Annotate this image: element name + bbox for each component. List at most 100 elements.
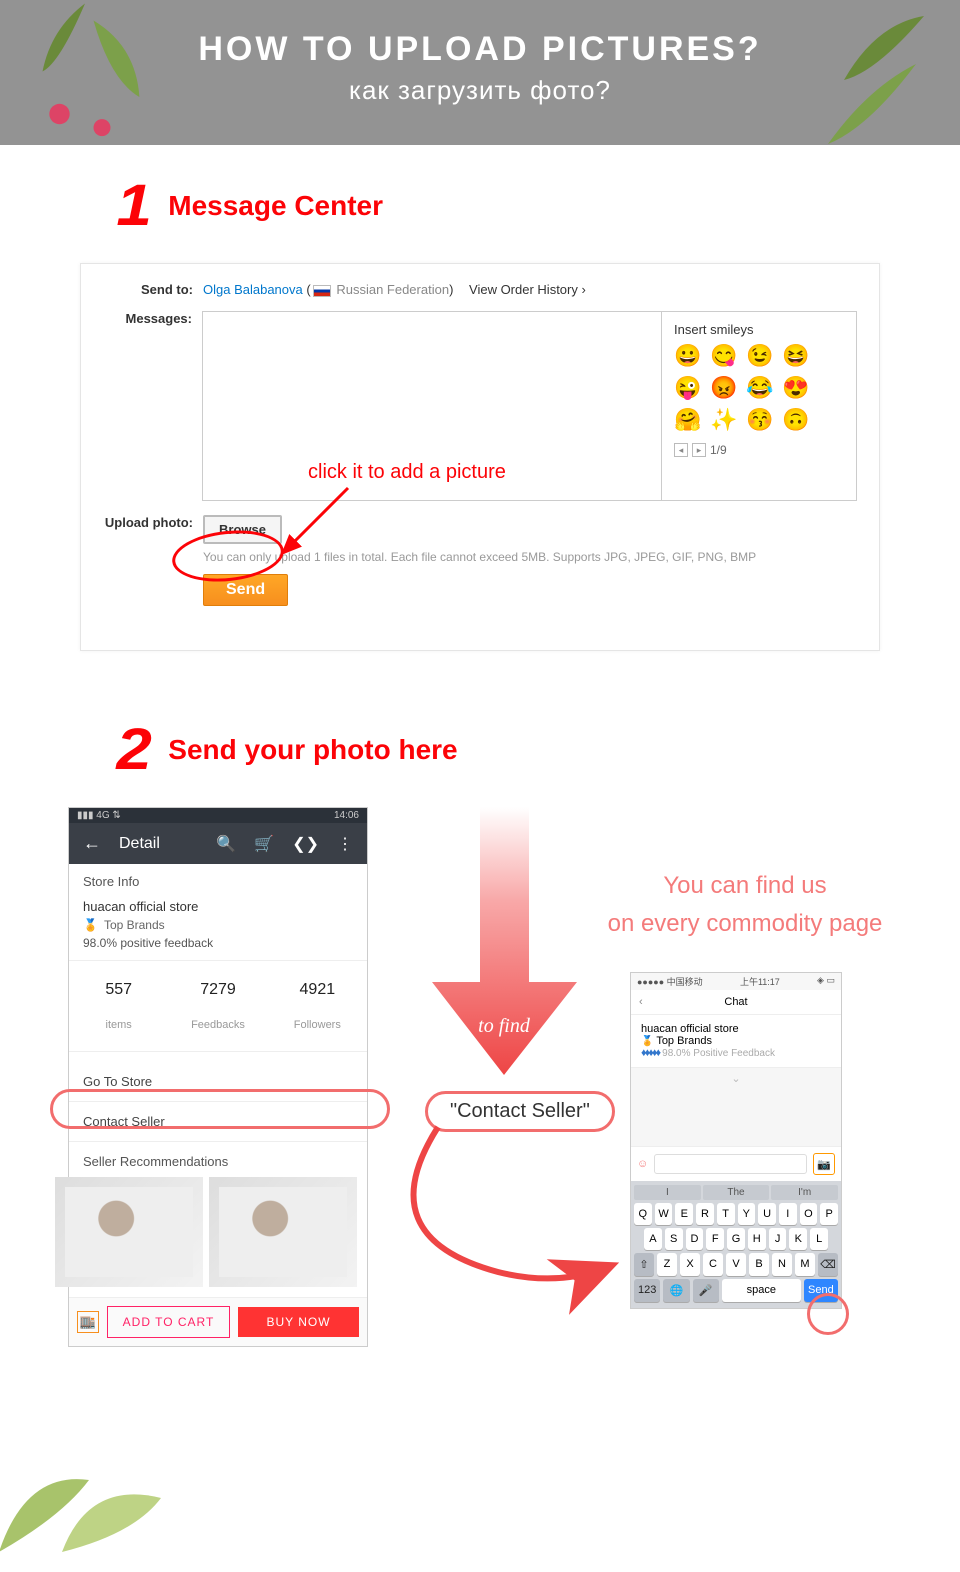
pager-next-icon[interactable]: ▸ [692,443,706,457]
key-v[interactable]: V [726,1253,746,1276]
suggestion[interactable]: The [703,1185,770,1200]
recommendation-thumbs [55,1177,381,1287]
key-123[interactable]: 123 [634,1279,660,1302]
camera-icon[interactable]: 📷 [813,1153,835,1175]
smiley-icon[interactable]: 😜 [674,377,700,399]
smiley-icon[interactable]: 😀 [674,345,700,367]
key-j[interactable]: J [769,1228,787,1250]
smiley-icon[interactable]: 😚 [746,409,772,431]
smiley-pager: ◂ ▸ 1/9 [674,443,844,457]
chat-scroll-area[interactable] [631,1068,841,1146]
message-center-panel: Send to: Olga Balabanova ( Russian Feder… [80,263,880,651]
key-z[interactable]: Z [657,1253,677,1276]
smiley-icon[interactable]: 😂 [746,377,772,399]
smiley-icon[interactable]: 🙃 [782,409,808,431]
key-t[interactable]: T [717,1203,735,1225]
svg-text:to find: to find [478,1015,531,1037]
annotation-text: click it to add a picture [308,461,506,484]
key-i[interactable]: I [779,1203,797,1225]
smiley-icon[interactable]: 😆 [782,345,808,367]
key-f[interactable]: F [706,1228,724,1250]
suggestion[interactable]: I'm [771,1185,838,1200]
leaf-decoration-tl [0,0,170,165]
smiley-title: Insert smileys [674,322,844,337]
key-o[interactable]: O [800,1203,818,1225]
smiley-icon[interactable]: 😡 [710,377,736,399]
key-h[interactable]: H [748,1228,766,1250]
emoji-icon[interactable]: ☺ [637,1158,648,1170]
store-icon[interactable]: 🏬 [77,1311,99,1333]
key-k[interactable]: K [789,1228,807,1250]
key-b[interactable]: B [749,1253,769,1276]
pager-prev-icon[interactable]: ◂ [674,443,688,457]
view-order-history-link[interactable]: View Order History [469,282,586,297]
key-m[interactable]: M [795,1253,815,1276]
key-a[interactable]: A [644,1228,662,1250]
annotation-ring-contact [50,1089,390,1129]
chat-input[interactable] [654,1154,807,1174]
search-icon[interactable]: 🔍 [216,834,236,854]
phone2-status-bar: ●●●●● 中国移动 上午11:17 ◈ ▭ [631,973,841,990]
key-n[interactable]: N [772,1253,792,1276]
smiley-icon[interactable]: 🤗 [674,409,700,431]
key-r[interactable]: R [696,1203,714,1225]
key-w[interactable]: W [655,1203,673,1225]
key-g[interactable]: G [727,1228,745,1250]
battery-icon: ◈ ▭ [817,975,835,988]
kbd-row3: ⇧ZXCVBNM⌫ [634,1253,838,1276]
kbd-row2: ASDFGHJKL [634,1228,838,1250]
mic-icon[interactable]: 🎤 [693,1279,719,1302]
more-icon[interactable]: ⋮ [337,834,353,854]
annotation-ring-camera [807,1293,849,1335]
flag-icon [313,285,331,297]
share-icon[interactable]: ❮❯ [292,834,319,854]
kbd-row4: 123 🌐 🎤 space Send [634,1279,838,1302]
screen-title: Detail [119,835,160,853]
add-to-cart-button[interactable]: ADD TO CART [107,1306,230,1338]
key-l[interactable]: L [810,1228,828,1250]
sendto-label: Send to: [103,282,203,297]
chat-store-info: huacan official store 🏅 Top Brands ♦♦♦♦♦… [631,1015,841,1068]
phone2-topbar: ‹ Chat [631,990,841,1015]
medal-icon: 🏅 [641,1036,653,1047]
recipient-link[interactable]: Olga Balabanova [203,282,303,297]
suggestion[interactable]: I [634,1185,701,1200]
key-s[interactable]: S [665,1228,683,1250]
globe-icon[interactable]: 🌐 [663,1279,689,1302]
key-x[interactable]: X [680,1253,700,1276]
key-p[interactable]: P [820,1203,838,1225]
messages-label: Messages: [103,311,202,501]
store-stats: 557items 7279Feedbacks 4921Followers [69,960,367,1052]
buy-now-button[interactable]: BUY NOW [238,1307,359,1337]
smiley-icon[interactable]: ✨ [710,409,736,431]
back-icon[interactable]: ← [83,833,101,854]
key-e[interactable]: E [675,1203,693,1225]
leaf-decoration-tr [760,0,960,160]
key-space[interactable]: space [722,1279,801,1302]
find-us-caption: You can find us on every commodity page [590,867,900,944]
key-y[interactable]: Y [738,1203,756,1225]
store-info-heading: Store Info [83,874,353,889]
product-thumb[interactable] [55,1177,203,1287]
phone-illustration-area: ▮▮▮ 4G ⇅ 14:06 ← Detail 🔍 🛒 ❮❯ ⋮ Store I… [0,807,960,1457]
product-thumb[interactable] [209,1177,357,1287]
backspace-icon[interactable]: ⌫ [818,1253,838,1276]
top-brands-badge: Top Brands [104,918,165,932]
key-q[interactable]: Q [634,1203,652,1225]
key-d[interactable]: D [686,1228,704,1250]
pager-count: 1/9 [710,443,727,457]
stat-feedbacks-label: Feedbacks [168,1009,267,1041]
smiley-icon[interactable]: 😍 [782,377,808,399]
annotation-arrow-icon [268,483,358,573]
shift-icon[interactable]: ⇧ [634,1253,654,1276]
page-down-arrow-icon: Page down to find [432,807,577,1077]
cart-icon[interactable]: 🛒 [254,834,274,854]
kbd-row1: QWERTYUIOP [634,1203,838,1225]
key-u[interactable]: U [758,1203,776,1225]
stat-feedbacks-value: 7279 [168,971,267,1009]
smiley-grid: 😀 😋 😉 😆 😜 😡 😂 😍 🤗 ✨ 😚 🙃 [674,345,844,431]
smiley-icon[interactable]: 😉 [746,345,772,367]
smiley-icon[interactable]: 😋 [710,345,736,367]
key-c[interactable]: C [703,1253,723,1276]
back-icon[interactable]: ‹ [639,996,643,1008]
